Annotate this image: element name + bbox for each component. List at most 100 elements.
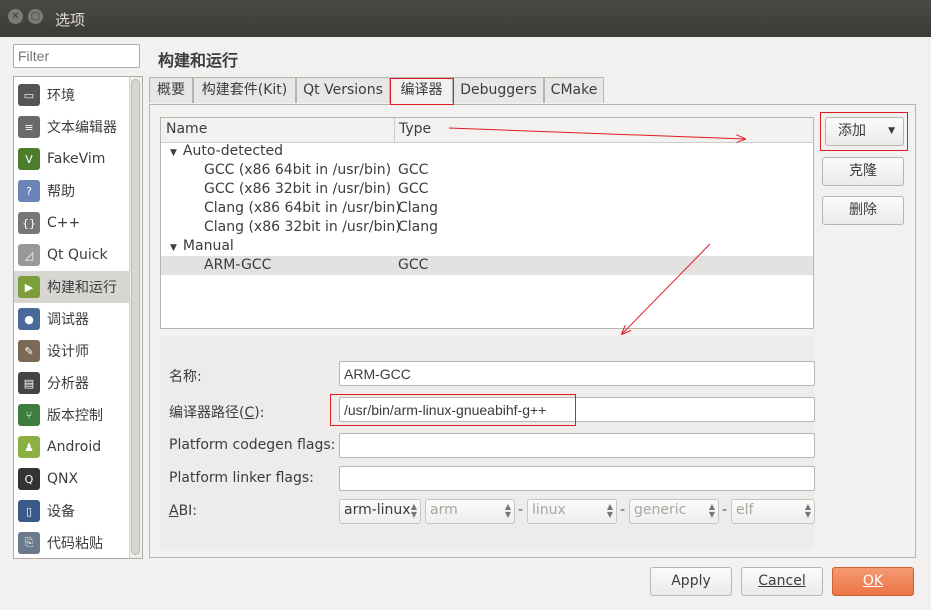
maximize-icon[interactable]: ▢ bbox=[28, 9, 43, 24]
sidebar-item-label: Qt Quick bbox=[47, 247, 108, 263]
apply-button[interactable]: Apply bbox=[650, 567, 732, 596]
abi-value: arm bbox=[430, 502, 458, 518]
compiler-name: ARM-GCC bbox=[204, 257, 272, 273]
remove-button[interactable]: 删除 bbox=[822, 196, 904, 225]
abi-value: linux bbox=[532, 502, 566, 518]
sidebar-item[interactable]: ● 调试器 bbox=[14, 303, 130, 335]
build-run-icon: ▶ bbox=[18, 276, 40, 298]
debugger-icon: ● bbox=[18, 308, 40, 330]
sidebar-item[interactable]: ♟ Android bbox=[14, 431, 130, 463]
compiler-path-label: 编译器路径(C): bbox=[169, 402, 264, 422]
filter-input[interactable] bbox=[13, 44, 140, 68]
sidebar-item[interactable]: ≡ 文本编辑器 bbox=[14, 111, 130, 143]
sidebar-item[interactable]: V FakeVim bbox=[14, 143, 130, 175]
abi-combo-os[interactable]: linux ▲ ▼ bbox=[527, 499, 617, 524]
column-name-header[interactable]: Name bbox=[166, 121, 207, 137]
table-row[interactable]: GCC (x86 32bit in /usr/bin) GCC bbox=[161, 180, 813, 199]
sidebar-item-label: 设计师 bbox=[47, 344, 89, 360]
abi-label: ABI: bbox=[169, 503, 197, 519]
page-title: 构建和运行 bbox=[158, 51, 239, 70]
designer-icon: ✎ bbox=[18, 340, 40, 362]
highlight-add-button bbox=[820, 112, 908, 151]
sidebar-item[interactable]: ▯ 设备 bbox=[14, 495, 130, 527]
code-paste-icon: ⎘ bbox=[18, 532, 40, 554]
fakevim-icon: V bbox=[18, 148, 40, 170]
tree-group-manual[interactable]: ▼ Manual bbox=[161, 237, 813, 256]
compiler-type: Clang bbox=[398, 200, 439, 216]
braces-icon: {} bbox=[18, 212, 40, 234]
compiler-name: GCC (x86 32bit in /usr/bin) bbox=[204, 181, 392, 197]
sidebar-scrollbar[interactable] bbox=[129, 77, 142, 558]
tree-group-auto[interactable]: ▼ Auto-detected bbox=[161, 142, 813, 161]
codegen-flags-label: Platform codegen flags: bbox=[169, 437, 336, 453]
compiler-name: Clang (x86 32bit in /usr/bin) bbox=[204, 219, 401, 235]
abi-separator: - bbox=[722, 502, 728, 518]
abi-value: generic bbox=[634, 502, 687, 518]
sidebar-item[interactable]: ? 帮助 bbox=[14, 175, 130, 207]
compiler-type: GCC bbox=[398, 257, 429, 273]
sidebar-item[interactable]: ▤ 分析器 bbox=[14, 367, 130, 399]
compiler-type: Clang bbox=[398, 219, 439, 235]
analyzer-icon: ▤ bbox=[18, 372, 40, 394]
clone-button[interactable]: 克隆 bbox=[822, 157, 904, 186]
help-icon: ? bbox=[18, 180, 40, 202]
sidebar-item[interactable]: {} C++ bbox=[14, 207, 130, 239]
tab-kits[interactable]: 构建套件(Kit) bbox=[193, 77, 296, 103]
text-editor-icon: ≡ bbox=[18, 116, 40, 138]
abi-value: elf bbox=[736, 502, 754, 518]
codegen-flags-field[interactable] bbox=[339, 433, 815, 458]
ok-button[interactable]: OK bbox=[832, 567, 914, 596]
sidebar-item[interactable]: ▭ 环境 bbox=[14, 79, 130, 111]
tab-overview[interactable]: 概要 bbox=[149, 77, 193, 103]
sidebar-item[interactable]: ⎘ 代码粘贴 bbox=[14, 527, 130, 558]
sidebar-item[interactable]: ◿ Qt Quick bbox=[14, 239, 130, 271]
cancel-button[interactable]: Cancel bbox=[741, 567, 823, 596]
path-label-post: ): bbox=[254, 405, 265, 421]
name-label: 名称: bbox=[169, 369, 202, 385]
linker-flags-field[interactable] bbox=[339, 466, 815, 491]
abi-combo-arch-full[interactable]: arm-linux ▲ ▼ bbox=[339, 499, 421, 524]
tab-cmake[interactable]: CMake bbox=[544, 77, 604, 103]
android-icon: ♟ bbox=[18, 436, 40, 458]
path-label-pre: 编译器路径( bbox=[169, 405, 245, 421]
highlight-compilers-tab bbox=[390, 78, 454, 105]
tree-header: Name Type bbox=[161, 118, 813, 143]
tab-qt-versions[interactable]: Qt Versions bbox=[296, 77, 390, 103]
table-row-selected[interactable]: ARM-GCC GCC bbox=[161, 256, 813, 275]
name-field[interactable] bbox=[339, 361, 815, 386]
table-row[interactable]: Clang (x86 64bit in /usr/bin) Clang bbox=[161, 199, 813, 218]
table-row[interactable]: Clang (x86 32bit in /usr/bin) Clang bbox=[161, 218, 813, 237]
column-type-header[interactable]: Type bbox=[399, 121, 431, 137]
compiler-type: GCC bbox=[398, 162, 429, 178]
sidebar-scroll-thumb[interactable] bbox=[131, 79, 140, 555]
sidebar-item-label: 帮助 bbox=[47, 184, 75, 200]
sidebar-item-label: Android bbox=[47, 439, 102, 455]
sidebar-item-label: 分析器 bbox=[47, 376, 89, 392]
sidebar-item[interactable]: ⑂ 版本控制 bbox=[14, 399, 130, 431]
abi-separator: - bbox=[620, 502, 626, 518]
sidebar-item-label: C++ bbox=[47, 215, 81, 231]
compiler-type: GCC bbox=[398, 181, 429, 197]
sidebar-item-label: 构建和运行 bbox=[47, 280, 117, 296]
compiler-name: Clang (x86 64bit in /usr/bin) bbox=[204, 200, 401, 216]
header-divider bbox=[394, 118, 395, 142]
title-bar: ✕ ▢ 选项 bbox=[0, 0, 931, 37]
table-row[interactable]: GCC (x86 64bit in /usr/bin) GCC bbox=[161, 161, 813, 180]
abi-combo-arch[interactable]: arm ▲ ▼ bbox=[425, 499, 515, 524]
close-icon[interactable]: ✕ bbox=[8, 9, 23, 24]
abi-combo-flavor[interactable]: generic ▲ ▼ bbox=[629, 499, 719, 524]
window-title: 选项 bbox=[55, 11, 86, 29]
sidebar-item[interactable]: Q QNX bbox=[14, 463, 130, 495]
spin-arrows-icon: ▲ ▼ bbox=[504, 502, 511, 519]
sidebar-item[interactable]: ✎ 设计师 bbox=[14, 335, 130, 367]
tab-debuggers[interactable]: Debuggers bbox=[453, 77, 544, 103]
sidebar-item-label: QNX bbox=[47, 471, 79, 487]
sidebar-item-label: 设备 bbox=[47, 504, 75, 520]
path-label-key: C bbox=[244, 405, 255, 421]
abi-combo-format[interactable]: elf ▲ ▼ bbox=[731, 499, 815, 524]
qnx-icon: Q bbox=[18, 468, 40, 490]
abi-value: arm-linux bbox=[344, 502, 411, 518]
sidebar-item[interactable]: ▶ 构建和运行 bbox=[14, 271, 130, 303]
version-control-icon: ⑂ bbox=[18, 404, 40, 426]
options-dialog: ✕ ▢ 选项 ⎘ 代码粘贴 ▯ 设备 Q QNX ♟ Android ⑂ 版本控制 ▤ 分析器 ✎ 设计师… bbox=[0, 0, 931, 610]
